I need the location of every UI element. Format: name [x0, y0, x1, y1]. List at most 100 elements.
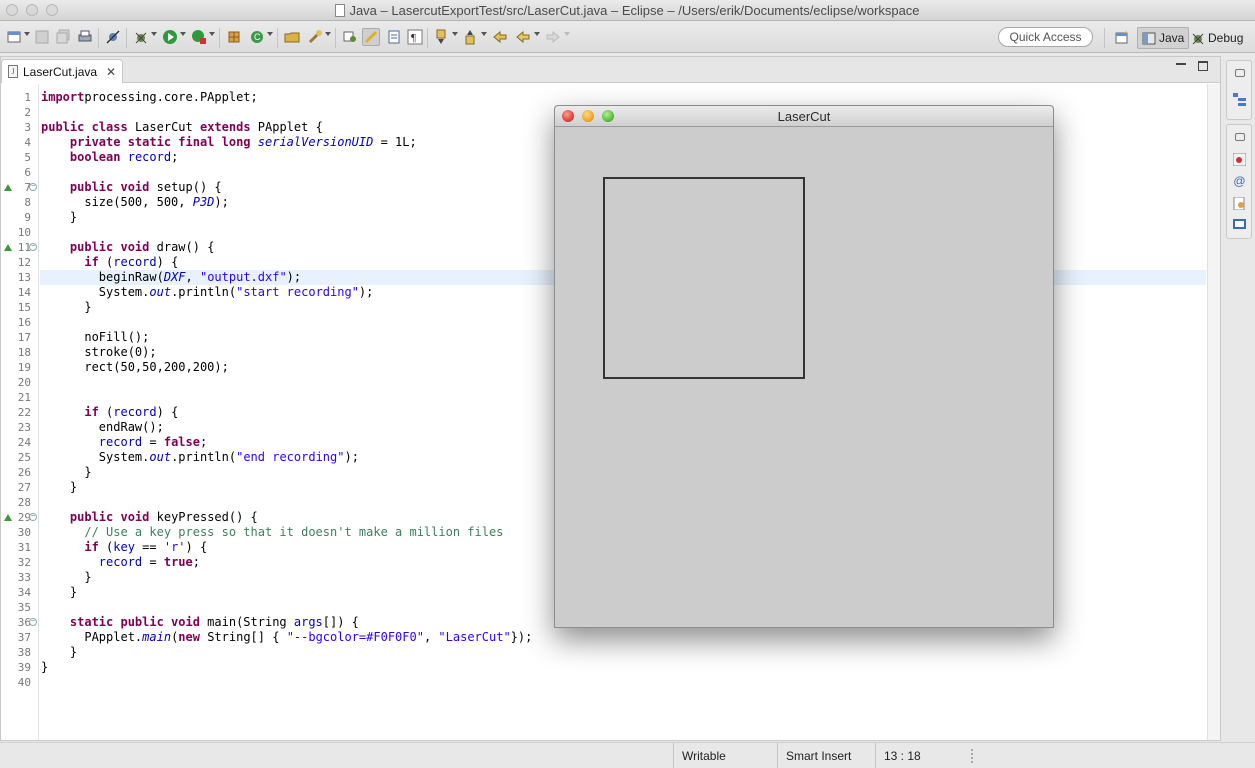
last-edit-location-icon[interactable] — [491, 28, 509, 46]
code-line[interactable]: System.out.println("end recording"); — [41, 450, 359, 465]
code-token: ( — [98, 405, 114, 419]
zoom-applet-button[interactable] — [602, 110, 614, 122]
console-icon[interactable] — [1233, 218, 1246, 231]
forward-icon[interactable] — [544, 28, 562, 46]
fold-toggle-icon[interactable]: − — [29, 618, 37, 626]
code-token: []) { — [322, 615, 359, 629]
search-dropdown-icon[interactable] — [325, 32, 331, 36]
minimize-applet-button[interactable] — [582, 110, 594, 122]
save-icon[interactable] — [33, 28, 51, 46]
code-token: } — [41, 210, 78, 224]
search-tool-icon[interactable] — [306, 28, 324, 46]
next-annotation-dropdown-icon[interactable] — [452, 32, 458, 36]
code-line[interactable]: public void keyPressed() { — [41, 510, 258, 525]
fold-toggle-icon[interactable]: − — [29, 183, 37, 191]
applet-title-bar[interactable]: LaserCut — [555, 106, 1053, 127]
external-tools-dropdown-icon[interactable] — [209, 32, 215, 36]
fold-toggle-icon[interactable]: − — [29, 243, 37, 251]
quick-access-field[interactable]: Quick Access — [998, 27, 1093, 47]
close-applet-button[interactable] — [562, 110, 574, 122]
code-line[interactable]: public void draw() { — [41, 240, 215, 255]
run-icon[interactable] — [161, 28, 179, 46]
run-dropdown-icon[interactable] — [180, 32, 186, 36]
code-line[interactable]: } — [41, 660, 48, 675]
code-line[interactable]: if (record) { — [41, 405, 178, 420]
block-selection-icon[interactable] — [385, 28, 403, 46]
code-line[interactable]: } — [41, 465, 91, 480]
code-line[interactable]: } — [41, 210, 77, 225]
code-line[interactable]: } — [41, 300, 91, 315]
minimize-editor-icon[interactable] — [1176, 63, 1186, 65]
overview-ruler[interactable] — [1207, 84, 1220, 740]
next-annotation-icon[interactable] — [433, 28, 451, 46]
code-line[interactable]: record = false; — [41, 435, 207, 450]
code-line[interactable]: public void setup() { — [41, 180, 222, 195]
code-line[interactable]: beginRaw(DXF, "output.dxf"); — [41, 270, 301, 285]
new-java-package-icon[interactable] — [225, 28, 243, 46]
code-line[interactable]: boolean record; — [41, 150, 178, 165]
code-line[interactable]: record = true; — [41, 555, 200, 570]
restore-icon[interactable] — [1235, 69, 1245, 77]
fold-toggle-icon[interactable]: − — [29, 513, 37, 521]
toggle-mark-occurrences-icon[interactable] — [341, 28, 359, 46]
javadoc-icon[interactable]: @ — [1233, 175, 1246, 188]
code-line[interactable]: // Use a key press so that it doesn't ma… — [41, 525, 503, 540]
new-class-dropdown-icon[interactable] — [267, 32, 273, 36]
code-line[interactable]: if (key == 'r') { — [41, 540, 207, 555]
minimize-window-button[interactable] — [26, 4, 38, 16]
debug-icon[interactable] — [132, 28, 150, 46]
open-type-icon[interactable] — [283, 28, 301, 46]
code-line[interactable]: System.out.println("start recording"); — [41, 285, 374, 300]
open-perspective-icon[interactable]: + — [1113, 28, 1131, 46]
code-line[interactable]: size(500, 500, P3D); — [41, 195, 229, 210]
previous-annotation-icon[interactable] — [462, 28, 480, 46]
code-line[interactable]: } — [41, 480, 77, 495]
back-icon[interactable] — [514, 28, 532, 46]
code-line[interactable]: stroke(0); — [41, 345, 156, 360]
new-file-icon[interactable] — [5, 28, 23, 46]
maximize-editor-icon[interactable] — [1198, 61, 1208, 71]
skip-breakpoints-icon[interactable] — [104, 28, 122, 46]
highlighter-icon[interactable] — [362, 28, 380, 46]
debug-perspective-button[interactable]: Debug — [1187, 27, 1247, 49]
external-tools-icon[interactable] — [190, 28, 208, 46]
override-marker-icon[interactable] — [4, 514, 12, 521]
code-line[interactable]: } — [41, 645, 77, 660]
code-line[interactable]: } — [41, 570, 91, 585]
declaration-icon[interactable] — [1233, 196, 1246, 211]
forward-dropdown-icon[interactable] — [564, 32, 570, 36]
outline-icon[interactable] — [1233, 93, 1246, 106]
code-line[interactable]: if (record) { — [41, 255, 178, 270]
back-dropdown-icon[interactable] — [534, 32, 540, 36]
code-line[interactable]: private static final long serialVersionU… — [41, 135, 417, 150]
previous-annotation-dropdown-icon[interactable] — [481, 32, 487, 36]
close-window-button[interactable] — [6, 4, 18, 16]
applet-canvas[interactable] — [555, 128, 1053, 627]
tab-lasercut-java[interactable]: J LaserCut.java ✕ — [1, 59, 123, 83]
editor-tab-bar: J LaserCut.java ✕ — [1, 57, 1220, 83]
code-line[interactable]: rect(50,50,200,200); — [41, 360, 229, 375]
code-line[interactable]: PApplet.main(new String[] { "--bgcolor=#… — [41, 630, 532, 645]
problems-icon[interactable] — [1232, 152, 1247, 167]
new-java-class-icon[interactable]: C — [248, 28, 266, 46]
code-line[interactable]: endRaw(); — [41, 420, 164, 435]
close-tab-icon[interactable]: ✕ — [106, 65, 116, 79]
override-marker-icon[interactable] — [4, 244, 12, 251]
code-line[interactable]: } — [41, 585, 77, 600]
new-dropdown-icon[interactable] — [24, 32, 30, 36]
override-marker-icon[interactable] — [4, 184, 12, 191]
save-all-icon[interactable] — [55, 28, 73, 46]
code-line[interactable]: public class LaserCut extends PApplet { — [41, 120, 323, 135]
show-whitespace-icon[interactable]: ¶ — [406, 28, 424, 46]
applet-window[interactable]: LaserCut — [554, 105, 1054, 628]
code-line[interactable]: static public void main(String args[]) { — [41, 615, 359, 630]
restore-icon[interactable] — [1235, 133, 1245, 141]
print-icon[interactable] — [76, 28, 94, 46]
code-line[interactable]: importprocessing.core.PApplet; — [41, 90, 258, 105]
code-token: == — [134, 540, 164, 554]
java-perspective-button[interactable]: Java — [1137, 27, 1190, 49]
debug-dropdown-icon[interactable] — [151, 32, 157, 36]
zoom-window-button[interactable] — [46, 4, 58, 16]
code-line[interactable]: noFill(); — [41, 330, 149, 345]
